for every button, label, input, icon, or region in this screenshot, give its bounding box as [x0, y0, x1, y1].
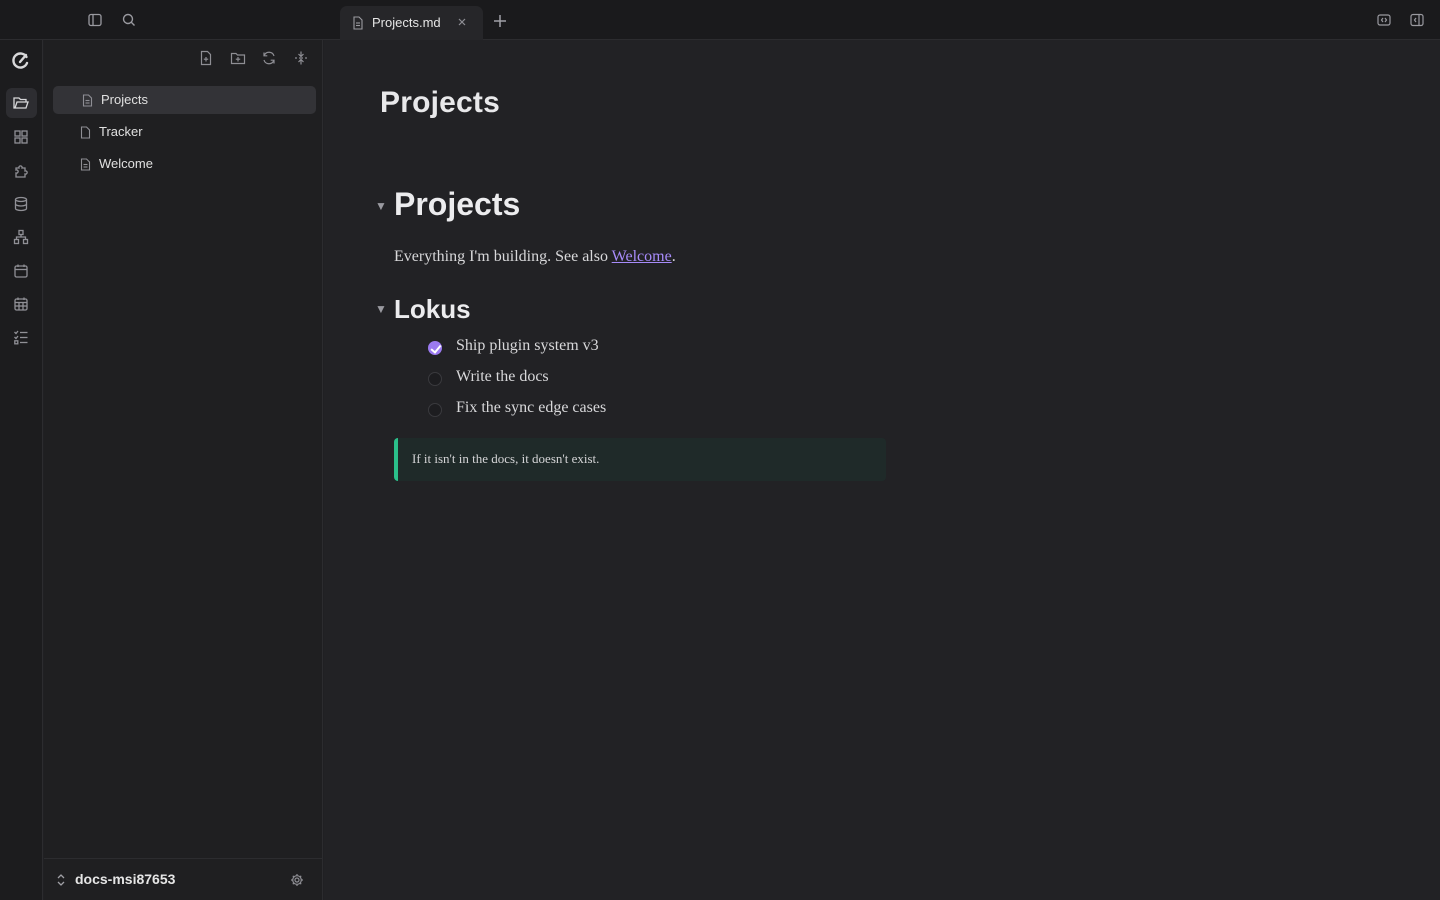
search-icon[interactable] — [120, 11, 138, 29]
collapse-caret-icon[interactable]: ▼ — [375, 199, 387, 213]
split-view-icon[interactable] — [1375, 11, 1393, 29]
paragraph-end: . — [671, 248, 676, 265]
collapse-caret-icon[interactable]: ▼ — [375, 302, 387, 316]
task-label[interactable]: Write the docs — [456, 368, 549, 386]
plus-icon[interactable] — [492, 13, 508, 29]
new-file-icon[interactable] — [198, 50, 214, 66]
file-icon — [80, 158, 91, 171]
new-folder-icon[interactable] — [230, 50, 246, 66]
chevron-up-down-icon[interactable] — [56, 873, 66, 887]
file-icon — [82, 94, 93, 107]
vault-switcher[interactable]: docs-msi87653 — [44, 858, 323, 900]
top-bar: Projects.md — [0, 0, 1440, 40]
puzzle-icon[interactable] — [11, 160, 31, 180]
sidebar-toggle-icon[interactable] — [86, 11, 104, 29]
callout-text: If it isn't in the docs, it doesn't exis… — [412, 451, 600, 466]
paragraph[interactable]: Everything I'm building. See also Welcom… — [394, 248, 676, 266]
vault-name: docs-msi87653 — [75, 871, 176, 887]
file-item-projects[interactable]: Projects — [53, 86, 316, 114]
task-label[interactable]: Ship plugin system v3 — [456, 337, 599, 355]
calendar-icon[interactable] — [11, 261, 31, 281]
file-icon — [352, 16, 364, 30]
calendar-grid-icon[interactable] — [11, 294, 31, 314]
heading-2[interactable]: Lokus — [394, 294, 471, 325]
file-label: Welcome — [99, 156, 153, 171]
heading-1[interactable]: Projects — [394, 186, 520, 223]
task-checkbox[interactable] — [428, 341, 442, 355]
grid-icon[interactable] — [11, 127, 31, 147]
callout-block[interactable]: If it isn't in the docs, it doesn't exis… — [394, 438, 886, 481]
file-explorer-sidebar: Projects Tracker Welcome docs-msi87653 — [44, 40, 323, 900]
tab-projects[interactable]: Projects.md — [340, 6, 483, 40]
file-item-tracker[interactable]: Tracker — [53, 118, 316, 146]
folder-icon[interactable] — [11, 93, 31, 113]
collapse-icon[interactable] — [293, 50, 309, 66]
task-checkbox[interactable] — [428, 372, 442, 386]
close-icon[interactable] — [456, 16, 468, 28]
logo-icon[interactable] — [11, 51, 31, 71]
task-checkbox[interactable] — [428, 403, 442, 417]
file-label: Projects — [101, 92, 148, 107]
file-item-welcome[interactable]: Welcome — [53, 150, 316, 178]
file-icon — [80, 126, 91, 139]
paragraph-text: Everything I'm building. See also — [394, 248, 612, 265]
file-label: Tracker — [99, 124, 143, 139]
graph-icon[interactable] — [11, 227, 31, 247]
task-label[interactable]: Fix the sync edge cases — [456, 399, 606, 417]
refresh-icon[interactable] — [261, 50, 277, 66]
tasks-icon[interactable] — [11, 327, 31, 347]
wiki-link[interactable]: Welcome — [612, 248, 672, 265]
editor-pane[interactable]: Projects ▼ Projects Everything I'm build… — [324, 40, 1440, 900]
gear-icon[interactable] — [290, 873, 304, 887]
right-panel-icon[interactable] — [1408, 11, 1426, 29]
activity-bar — [0, 40, 43, 900]
database-icon[interactable] — [11, 194, 31, 214]
page-title[interactable]: Projects — [380, 86, 500, 120]
tab-label: Projects.md — [372, 15, 441, 30]
